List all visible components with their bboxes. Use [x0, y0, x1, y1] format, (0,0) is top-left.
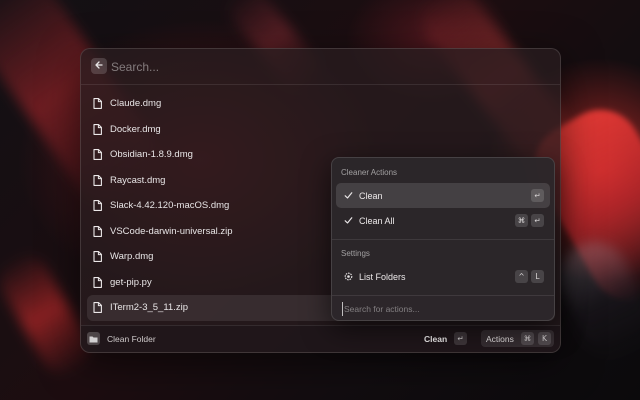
action-label: Clean All [359, 216, 395, 226]
action-label: List Folders [359, 272, 406, 282]
enter-key-icon: ↵ [531, 214, 544, 227]
section-title-settings: Settings [341, 249, 370, 258]
action-list-folders[interactable]: List Folders ^ L [336, 264, 550, 289]
actions-label: Actions [486, 334, 514, 344]
action-clean[interactable]: Clean ↵ [336, 183, 550, 208]
file-icon [93, 251, 102, 263]
gear-icon [343, 271, 354, 282]
section-title-cleaner-actions: Cleaner Actions [341, 168, 398, 177]
file-icon [93, 123, 102, 135]
checkmark-icon [343, 215, 354, 226]
enter-key-icon: ↵ [454, 332, 467, 345]
action-bar: Clean Folder Clean ↵ Actions ⌘ K [81, 325, 560, 352]
file-icon [93, 225, 102, 237]
actions-button[interactable]: Actions ⌘ K [481, 330, 554, 347]
primary-action-button[interactable]: Clean [424, 334, 447, 344]
file-icon [93, 149, 102, 161]
file-name: Warp.dmg [110, 251, 154, 263]
checkmark-icon [343, 190, 354, 201]
action-label: Clean [359, 191, 383, 201]
file-icon [93, 98, 102, 110]
l-key: L [531, 270, 544, 283]
actions-panel: Cleaner Actions Clean ↵ Clean All ⌘ ↵ Se… [331, 157, 555, 321]
command-title: Clean Folder [107, 334, 156, 344]
action-clean-all[interactable]: Clean All ⌘ ↵ [336, 208, 550, 233]
file-name: Docker.dmg [110, 123, 161, 135]
search-bar [81, 49, 560, 85]
file-icon [93, 302, 102, 314]
control-key-icon: ^ [515, 270, 528, 283]
file-name: Claude.dmg [110, 98, 162, 110]
back-arrow-icon [94, 57, 104, 75]
divider [332, 239, 554, 240]
file-icon [93, 200, 102, 212]
k-key: K [538, 332, 551, 345]
command-key-icon: ⌘ [515, 214, 528, 227]
search-input[interactable] [111, 58, 411, 76]
command-key-icon: ⌘ [521, 332, 534, 345]
file-name: Slack-4.42.120-macOS.dmg [110, 200, 230, 212]
file-name: get-pip.py [110, 276, 152, 288]
actions-search-input[interactable] [342, 302, 544, 316]
folder-icon [87, 332, 100, 345]
file-name: Raycast.dmg [110, 174, 166, 186]
file-icon [93, 276, 102, 288]
back-button[interactable] [91, 58, 107, 74]
file-list-item[interactable]: Docker.dmg [87, 117, 555, 143]
divider [332, 295, 554, 296]
file-icon [93, 174, 102, 186]
file-name: ITerm2-3_5_11.zip [110, 302, 188, 314]
enter-key-icon: ↵ [531, 189, 544, 202]
file-list-item[interactable]: Claude.dmg [87, 91, 555, 117]
file-name: Obsidian-1.8.9.dmg [110, 149, 193, 161]
file-name: VSCode-darwin-universal.zip [110, 225, 233, 237]
